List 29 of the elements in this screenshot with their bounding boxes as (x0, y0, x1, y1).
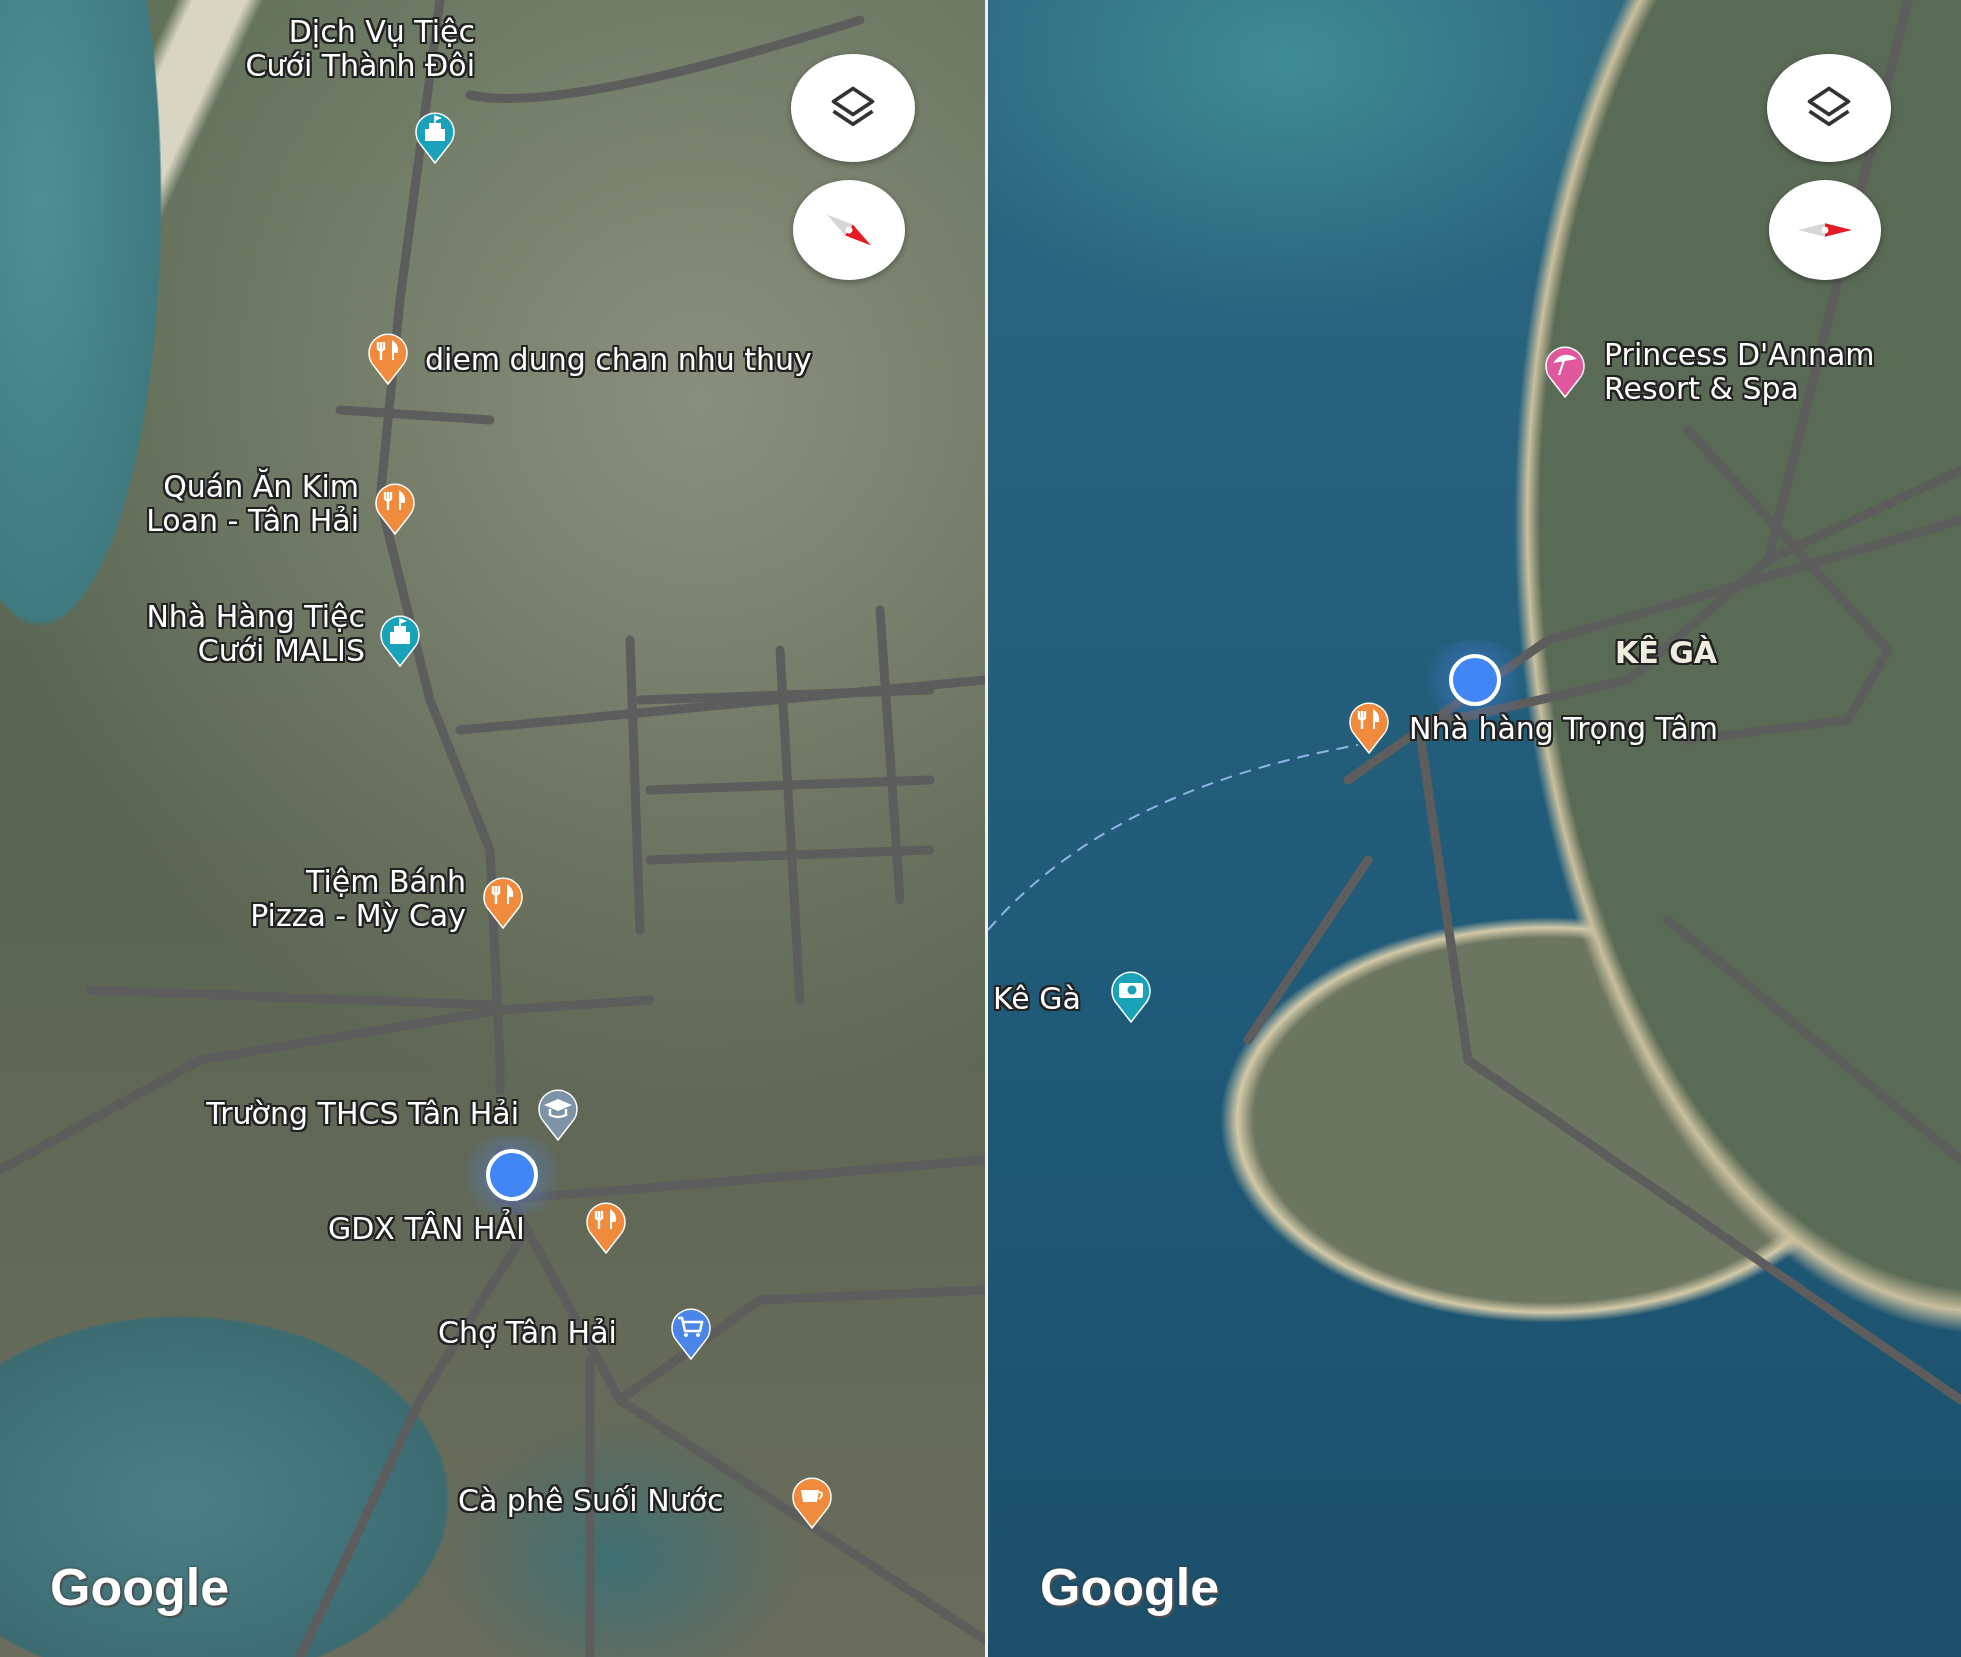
place-label[interactable]: Cà phê Suối Nước (458, 1484, 724, 1518)
location-dot (1449, 654, 1501, 706)
resort-pin-icon[interactable] (1543, 343, 1587, 399)
event-pin-icon[interactable] (378, 612, 422, 668)
place-label[interactable]: KÊ GÀ (1615, 636, 1717, 670)
restaurant-pin-icon[interactable] (1347, 699, 1391, 755)
place-label[interactable]: Dịch Vụ Tiệc Cưới Thành Đôi (0, 15, 475, 83)
restaurant-pin-icon[interactable] (584, 1199, 628, 1255)
place-label[interactable]: Chợ Tân Hải (438, 1316, 617, 1350)
place-label[interactable]: Princess D'Annam Resort & Spa (1604, 338, 1875, 406)
place-label[interactable]: Tiệm Bánh Pizza - Mỳ Cay (0, 865, 466, 933)
place-label[interactable]: Quán Ăn Kim Loan - Tân Hải (0, 470, 359, 538)
location-dot (486, 1149, 538, 1201)
place-label[interactable]: Kê Gà (993, 982, 1081, 1016)
camera-pin-icon[interactable] (1109, 968, 1153, 1024)
place-label[interactable]: diem dung chan nhu thuy (425, 343, 812, 377)
school-pin-icon[interactable] (536, 1086, 580, 1142)
restaurant-pin-icon[interactable] (481, 874, 525, 930)
place-label[interactable]: Trường THCS Tân Hải (0, 1097, 519, 1131)
restaurant-pin-icon[interactable] (373, 480, 417, 536)
place-label[interactable]: Nhà Hàng Tiệc Cưới MALIS (0, 600, 365, 668)
cafe-pin-icon[interactable] (790, 1474, 834, 1530)
shopping-pin-icon[interactable] (669, 1305, 713, 1361)
google-logo: Google (50, 1557, 230, 1617)
restaurant-pin-icon[interactable] (366, 330, 410, 386)
satellite-map[interactable]: Dịch Vụ Tiệc Cưới Thành Đôi diem dung chan nhu thuy Quán Ăn Kim Loan - Tân Hải Nhà Hàng Tiệc Cưới MALIS Tiệm Bánh Pizza - Mỳ Cay Trường THCS Tân Hải GDX TÂN HẢI Chợ Tân Hải Cà phê Suối Nước Google (0, 0, 985, 1657)
event-pin-icon[interactable] (413, 109, 457, 165)
compass-button[interactable] (793, 180, 905, 280)
google-logo: Google (1040, 1557, 1220, 1617)
